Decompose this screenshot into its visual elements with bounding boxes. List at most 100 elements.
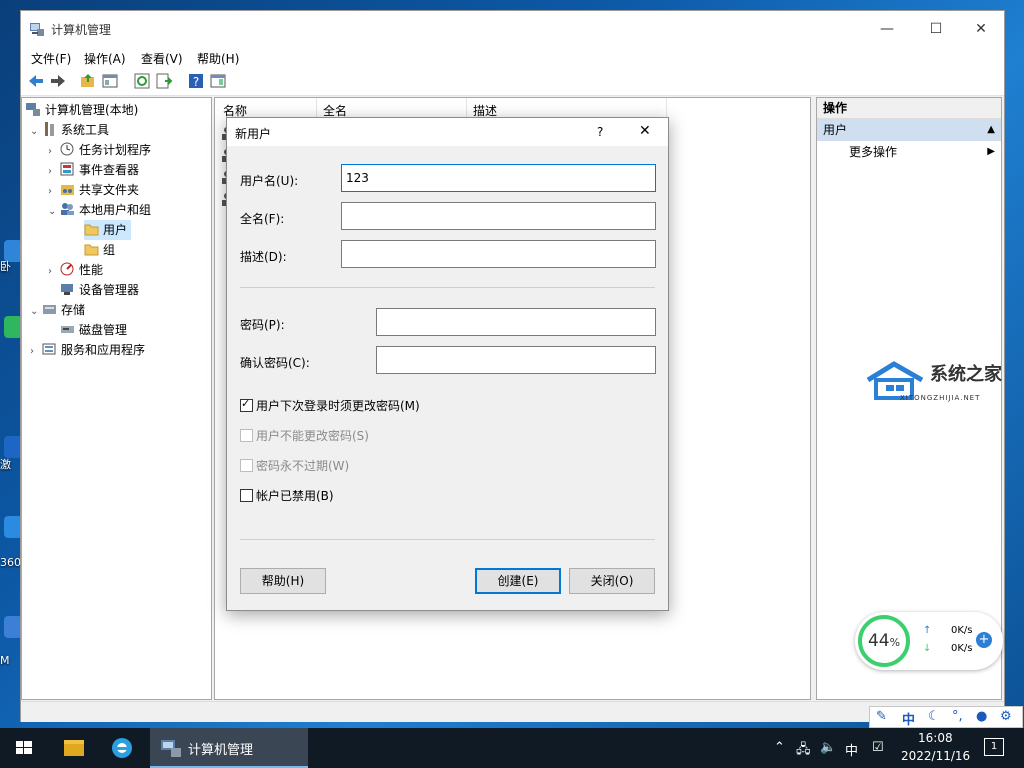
dialog-title-bar[interactable]: 新用户 ? ✕ bbox=[227, 118, 668, 146]
folder-icon bbox=[84, 224, 99, 236]
menu-file[interactable]: 文件(F) bbox=[31, 50, 71, 67]
desktop-icon-label: M bbox=[0, 654, 10, 667]
checkbox-box[interactable] bbox=[240, 489, 253, 502]
password-never-expires-checkbox[interactable]: 密码永不过期(W) bbox=[240, 457, 349, 474]
help-question-icon[interactable]: ? bbox=[597, 125, 603, 139]
chevron-down-icon[interactable]: ⌄ bbox=[48, 202, 60, 222]
fullname-field[interactable] bbox=[341, 202, 656, 230]
desktop-icon-label: 卧 bbox=[0, 260, 11, 273]
column-divider[interactable] bbox=[666, 98, 667, 118]
tree-item-users[interactable]: 用户 bbox=[84, 220, 132, 240]
tree-item-label: 组 bbox=[103, 243, 116, 257]
tree-item-device-manager[interactable]: 设备管理器 bbox=[60, 280, 139, 300]
maximize-button[interactable]: ☐ bbox=[913, 11, 959, 47]
percent-sign: % bbox=[889, 636, 901, 649]
checkbox-box[interactable] bbox=[240, 429, 253, 442]
ime-brush-icon[interactable]: ✎ bbox=[876, 709, 887, 724]
confirm-password-label: 确认密码(C): bbox=[240, 356, 310, 370]
menu-action[interactable]: 操作(A) bbox=[84, 50, 126, 67]
checkbox-label: 用户下次登录时须更改密码(M) bbox=[256, 399, 420, 413]
status-bar bbox=[21, 701, 1004, 722]
ime-indicator[interactable]: 中 bbox=[845, 740, 858, 759]
desktop-icon-label: 360 bbox=[0, 556, 21, 569]
confirm-password-field[interactable] bbox=[376, 346, 656, 374]
must-change-password-checkbox[interactable]: 用户下次登录时须更改密码(M) bbox=[240, 397, 420, 414]
ime-settings-icon[interactable]: ⚙ bbox=[1000, 709, 1012, 724]
dialog-close-icon[interactable]: ✕ bbox=[639, 123, 651, 139]
ime-user-icon[interactable]: ● bbox=[976, 709, 987, 724]
chevron-right-icon[interactable]: › bbox=[48, 262, 60, 282]
tree-item-groups[interactable]: 组 bbox=[84, 240, 115, 260]
more-actions-item[interactable]: 更多操作 ▶ bbox=[817, 141, 1001, 163]
username-field[interactable] bbox=[341, 164, 656, 192]
ime-moon-icon[interactable]: ☾ bbox=[928, 709, 940, 724]
title-bar[interactable]: 计算机管理 — ☐ ✕ bbox=[21, 11, 1004, 47]
console-tree-icon[interactable] bbox=[101, 72, 119, 90]
up-folder-icon[interactable] bbox=[79, 72, 97, 90]
tree-item-performance[interactable]: › 性能 bbox=[48, 260, 103, 280]
back-arrow-icon[interactable] bbox=[27, 72, 45, 90]
help-button[interactable]: 帮助(H) bbox=[240, 568, 326, 594]
network-icon[interactable]: 🖧 bbox=[796, 740, 811, 762]
show-hidden-icons[interactable]: ⌃ bbox=[774, 740, 785, 755]
close-dialog-button[interactable]: 关闭(O) bbox=[569, 568, 655, 594]
tree-item-event-viewer[interactable]: › 事件查看器 bbox=[48, 160, 139, 180]
minimize-button[interactable]: — bbox=[864, 11, 910, 47]
create-button[interactable]: 创建(E) bbox=[475, 568, 561, 594]
chevron-right-icon[interactable]: › bbox=[48, 162, 60, 182]
chevron-right-icon[interactable]: › bbox=[48, 182, 60, 202]
tree-item-task-scheduler[interactable]: › 任务计划程序 bbox=[48, 140, 151, 160]
tree-item-system-tools[interactable]: ⌄ 系统工具 bbox=[30, 120, 109, 140]
tree-item-local-users-groups[interactable]: ⌄ 本地用户和组 bbox=[48, 200, 151, 220]
ime-punctuation-icon[interactable]: °, bbox=[952, 709, 963, 724]
file-explorer-icon[interactable] bbox=[52, 728, 96, 768]
menu-help[interactable]: 帮助(H) bbox=[197, 50, 239, 67]
windows-start-icon[interactable] bbox=[0, 728, 48, 768]
browser-icon[interactable] bbox=[100, 728, 144, 768]
chevron-down-icon[interactable]: ⌄ bbox=[30, 122, 42, 142]
memory-usage-ring[interactable]: 44% bbox=[858, 615, 910, 667]
clock-time[interactable]: 16:08 bbox=[918, 731, 953, 745]
volume-icon[interactable]: 🔈 bbox=[820, 740, 836, 755]
show-hide-icon[interactable] bbox=[209, 72, 227, 90]
account-disabled-checkbox[interactable]: 帐户已禁用(B) bbox=[240, 487, 334, 504]
column-divider[interactable] bbox=[466, 98, 467, 118]
taskbar-app-computer-management[interactable]: 计算机管理 bbox=[150, 728, 308, 768]
network-speed-widget[interactable]: 44% ↑ 0K/s ↓ 0K/s + bbox=[855, 612, 1003, 670]
description-field[interactable] bbox=[341, 240, 656, 268]
separator bbox=[240, 287, 655, 288]
help-icon[interactable]: ? bbox=[187, 72, 205, 90]
svg-text:?: ? bbox=[193, 75, 199, 89]
username-label: 用户名(U): bbox=[240, 174, 299, 188]
checkbox-box[interactable] bbox=[240, 397, 253, 412]
shared-folder-icon bbox=[61, 185, 74, 195]
tree-item-services-applications[interactable]: › 服务和应用程序 bbox=[30, 340, 145, 360]
chevron-right-icon[interactable]: › bbox=[30, 342, 42, 362]
checkbox-box[interactable] bbox=[240, 459, 253, 472]
watermark-logo: 系统之家 XITONGZHIJIA.NET bbox=[864, 358, 1006, 406]
actions-section-users[interactable]: 用户 ▲ bbox=[817, 119, 1001, 141]
notification-count: 1 bbox=[990, 741, 998, 752]
tree-item-disk-management[interactable]: 磁盘管理 bbox=[60, 320, 127, 340]
add-button[interactable]: + bbox=[976, 632, 992, 648]
chevron-down-icon[interactable]: ⌄ bbox=[30, 302, 42, 322]
clock-date[interactable]: 2022/11/16 bbox=[901, 749, 970, 763]
notification-center-button[interactable]: 1 bbox=[984, 738, 1004, 756]
column-divider[interactable] bbox=[316, 98, 317, 118]
password-field[interactable] bbox=[376, 308, 656, 336]
refresh-icon[interactable] bbox=[133, 72, 151, 90]
ime-chinese-mode[interactable]: 中 bbox=[902, 709, 915, 728]
cannot-change-password-checkbox[interactable]: 用户不能更改密码(S) bbox=[240, 427, 369, 444]
desktop-icon-label: 激 bbox=[0, 458, 11, 471]
export-list-icon[interactable] bbox=[155, 72, 173, 90]
tree-item-storage[interactable]: ⌄ 存储 bbox=[30, 300, 85, 320]
tree-item-shared-folders[interactable]: › 共享文件夹 bbox=[48, 180, 139, 200]
tree-item-computer-management[interactable]: 计算机管理(本地) bbox=[26, 100, 138, 120]
security-check-icon[interactable]: ☑ bbox=[872, 740, 884, 755]
menu-bar: 文件(F) 操作(A) 查看(V) 帮助(H) bbox=[21, 47, 1004, 69]
collapse-up-icon[interactable]: ▲ bbox=[987, 119, 995, 141]
close-button[interactable]: ✕ bbox=[958, 11, 1004, 47]
chevron-right-icon[interactable]: › bbox=[48, 142, 60, 162]
forward-arrow-icon[interactable] bbox=[49, 72, 67, 90]
menu-view[interactable]: 查看(V) bbox=[141, 50, 183, 67]
